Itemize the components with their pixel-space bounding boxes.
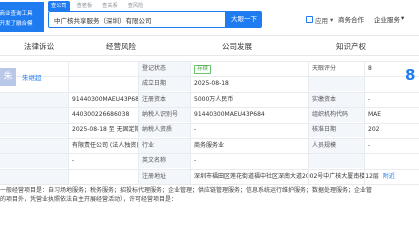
table-cell bbox=[68, 170, 138, 184]
table-cell: 英文名称 bbox=[138, 154, 190, 169]
table-cell: - bbox=[368, 141, 371, 149]
table-cell bbox=[0, 138, 68, 153]
table-cell: MAE bbox=[368, 110, 382, 118]
enterprise-service-label: 企业服务 bbox=[374, 16, 400, 24]
table-cell: 人员规模 bbox=[308, 138, 364, 153]
table-cell: 存续 bbox=[190, 62, 308, 76]
search-tab-risk[interactable]: 查风险 bbox=[125, 1, 147, 11]
row-divider bbox=[0, 61, 419, 62]
row-divider bbox=[0, 153, 419, 155]
column-divider bbox=[138, 61, 139, 184]
row-divider bbox=[0, 168, 419, 170]
table-cell: 91440300MAEU43P684 bbox=[72, 95, 138, 103]
app-menu[interactable]: 应用 ▾ bbox=[306, 13, 333, 26]
table-cell bbox=[308, 77, 364, 92]
table-cell: 登记状态 bbox=[138, 61, 190, 76]
enterprise-service-menu[interactable]: 企业服务 ▾ bbox=[374, 14, 404, 24]
table-cell bbox=[0, 92, 68, 107]
registered-address: 深圳市福田区莲花街道福中社区深南大道2002号中广核大厦南楼12层 附近 bbox=[190, 170, 419, 184]
table-cell: 202 bbox=[368, 126, 380, 134]
table-cell: 有限责任公司 (法人独资) bbox=[72, 141, 138, 149]
table-cell: 核准日期 bbox=[308, 123, 364, 138]
table-cell: 行业 bbox=[138, 138, 190, 153]
tab-legal[interactable]: 法律诉讼 bbox=[24, 41, 54, 52]
row-divider bbox=[0, 91, 419, 93]
table-cell: 成立日期 bbox=[138, 77, 190, 92]
tab-ip[interactable]: 知识产权 bbox=[336, 41, 366, 52]
table-cell bbox=[308, 154, 364, 169]
avatar: 朱 bbox=[0, 68, 16, 86]
app-label: 应用 bbox=[315, 16, 328, 25]
tab-development[interactable]: 公司发展 bbox=[222, 41, 252, 52]
search-box bbox=[48, 11, 226, 28]
brand-text-1: 的商业查询工具 bbox=[0, 11, 33, 17]
table-cell: 2025-08-18 bbox=[194, 80, 229, 88]
table-cell: 纳税人识别号 bbox=[138, 107, 190, 122]
status-badge: 存续 bbox=[194, 64, 212, 74]
brand-banner[interactable]: 的商业查询工具 家开发了融合模 bbox=[0, 2, 44, 32]
table-cell bbox=[0, 123, 68, 138]
business-scope-line: 一般经营项目是：自习场地服务；税务服务；招投标代理服务；企业管理；供应链管理服务… bbox=[0, 187, 373, 194]
business-scope: 一般经营项目是：自习场地服务；税务服务；招投标代理服务；企业管理；供应链管理服务… bbox=[0, 186, 419, 204]
table-cell: 天眼评分 bbox=[308, 61, 364, 76]
table-cell bbox=[0, 169, 68, 184]
row-divider bbox=[0, 107, 419, 109]
table-cell: 商务服务业 bbox=[194, 141, 225, 149]
table-cell: 5000万人民币 bbox=[194, 95, 234, 103]
table-cell: - bbox=[72, 157, 75, 165]
table-cell bbox=[0, 154, 68, 169]
table-cell: 2025-08-18 至 无固定期限 bbox=[72, 126, 138, 134]
row-divider bbox=[0, 138, 419, 139]
table-cell: 组织机构代码 bbox=[308, 107, 364, 122]
table-cell: - bbox=[194, 126, 197, 134]
score-value[interactable]: 8 bbox=[405, 66, 415, 84]
column-divider bbox=[364, 61, 365, 184]
table-cell: 440300226686038 bbox=[72, 110, 130, 118]
table-cell: 纳税人资质 bbox=[138, 123, 190, 138]
business-cooperation-link[interactable]: 商务合作 bbox=[338, 14, 364, 24]
table-cell: 91440300MAEU43P684 bbox=[194, 110, 265, 118]
search-button[interactable]: 大眼一下 bbox=[226, 11, 262, 28]
nearby-link[interactable]: 附近 bbox=[383, 173, 395, 180]
app-grid-icon bbox=[306, 16, 313, 23]
row-divider bbox=[0, 76, 419, 78]
column-divider bbox=[190, 61, 191, 184]
table-cell bbox=[364, 154, 419, 168]
search-tab-boss[interactable]: 查老板 bbox=[74, 1, 96, 11]
legal-representative-link[interactable]: 朱继超 bbox=[22, 72, 42, 82]
column-divider bbox=[308, 61, 309, 184]
business-scope-line: 的项目外，凭营业执照依法自主开展经营活动），许可经营项目是： bbox=[0, 196, 178, 203]
address-text: 深圳市福田区莲花街道福中社区深南大道2002号中广核大厦南楼12层 bbox=[194, 172, 379, 180]
chevron-down-icon: ▾ bbox=[401, 14, 405, 22]
brand-text-2: 家开发了融合模 bbox=[0, 21, 33, 27]
section-tabs: 法律诉讼 经营风险 公司发展 知识产权 bbox=[0, 36, 419, 56]
search-input[interactable] bbox=[49, 12, 225, 27]
table-cell: - bbox=[368, 95, 371, 103]
row-divider bbox=[0, 122, 419, 124]
search-tab-company[interactable]: 查公司 bbox=[48, 1, 70, 11]
table-cell bbox=[0, 107, 68, 122]
table-cell: - bbox=[194, 157, 197, 165]
chevron-down-icon: ▾ bbox=[330, 15, 334, 24]
tab-business-risk[interactable]: 经营风险 bbox=[106, 41, 136, 52]
search-tab-relation[interactable]: 查关系 bbox=[99, 1, 121, 11]
table-cell: 实缴资本 bbox=[308, 92, 364, 107]
search-type-tabs: 查公司 查老板 查关系 查风险 bbox=[48, 1, 146, 11]
top-bar: 的商业查询工具 家开发了融合模 查公司 查老板 查关系 查风险 大眼一下 应用 … bbox=[0, 0, 419, 36]
table-cell: 注册资本 bbox=[138, 92, 190, 107]
column-divider bbox=[68, 61, 69, 184]
table-cell: 注册地址 bbox=[138, 169, 190, 184]
